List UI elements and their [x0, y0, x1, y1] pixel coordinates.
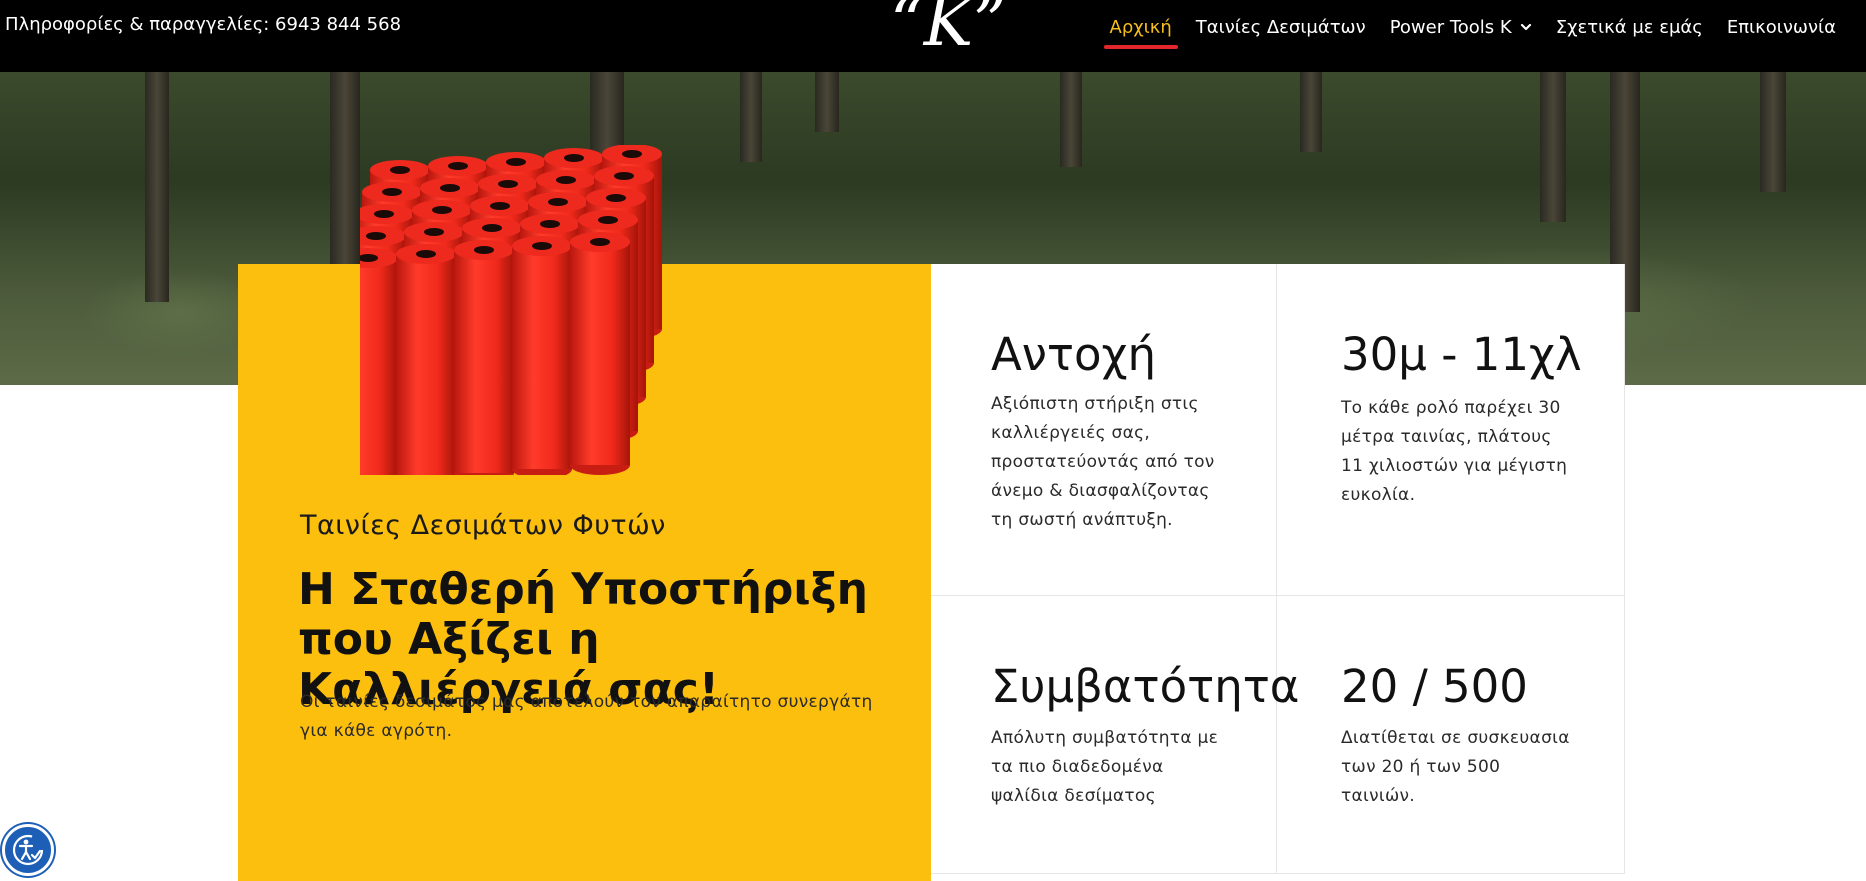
nav-item-home[interactable]: Αρχική — [1098, 14, 1184, 49]
feature-text: Διατίθεται σε συσκευασια των 20 ή των 50… — [1341, 728, 1570, 806]
accessibility-button[interactable] — [2, 824, 54, 876]
tape-roll — [396, 244, 456, 475]
tree-trunk — [145, 72, 169, 302]
main-nav: Αρχική Ταινίες Δεσιμάτων Power Tools K Σ… — [1098, 14, 1849, 49]
accessibility-icon — [12, 834, 44, 866]
tape-roll — [512, 236, 572, 475]
feature-text: Απόλυτη συμβατότητα με τα πιο διαδεδομέν… — [991, 728, 1219, 806]
tape-rolls-image — [360, 145, 662, 475]
nav-item-contact[interactable]: Επικοινωνία — [1715, 14, 1848, 40]
feature-title: 20 / 500 — [1341, 660, 1528, 713]
nav-item-label: Σχετικά με εμάς — [1555, 16, 1703, 38]
feature-title: Αντοχή — [991, 328, 1157, 381]
contact-info: Πληροφορίες & παραγγελίες: 6943 844 568 — [5, 14, 402, 35]
tree-trunk — [1300, 72, 1322, 152]
feature-card: 20 / 500 Διατίθεται σε συσκευασια των 20… — [1277, 596, 1625, 874]
tape-roll — [454, 240, 514, 475]
feature-grid: Αντοχή Αξιόπιστη στήριξη στις καλλιέργει… — [931, 264, 1625, 874]
top-bar: Πληροφορίες & παραγγελίες: 6943 844 568 … — [0, 0, 1866, 72]
page: Πληροφορίες & παραγγελίες: 6943 844 568 … — [0, 0, 1866, 881]
chevron-down-icon[interactable] — [1520, 21, 1532, 33]
tree-trunk — [1540, 72, 1566, 222]
tree-trunk — [815, 72, 839, 132]
feature-title: 30μ - 11χλ — [1341, 328, 1582, 381]
tape-roll — [570, 232, 630, 475]
intro-subtitle: Ταινίες Δεσιμάτων Φυτών — [300, 510, 666, 541]
nav-item-label: Ταινίες Δεσιμάτων — [1195, 16, 1366, 38]
site-logo[interactable]: “K” — [890, 0, 1007, 56]
nav-item-power-tools[interactable]: Power Tools K — [1378, 14, 1544, 40]
nav-item-tying-tapes[interactable]: Ταινίες Δεσιμάτων — [1184, 14, 1378, 40]
tree-trunk — [1760, 72, 1786, 192]
feature-text: Αξιόπιστη στήριξη στις καλλιέργειές σας,… — [991, 394, 1215, 530]
nav-item-about[interactable]: Σχετικά με εμάς — [1544, 14, 1715, 40]
feature-card: 30μ - 11χλ Το κάθε ρολό παρέχει 30 μέτρα… — [1277, 264, 1625, 596]
nav-item-label: Power Tools K — [1389, 16, 1512, 38]
intro-text: Οι ταινίες δεσιμάτος μας αποτελούν τον α… — [300, 692, 873, 741]
nav-item-label: Επικοινωνία — [1726, 16, 1836, 38]
tape-roll — [360, 248, 398, 475]
feature-card: Συμβατότητα Απόλυτη συμβατότητα με τα πι… — [931, 596, 1299, 874]
nav-item-label: Αρχική — [1109, 16, 1172, 38]
feature-card: Αντοχή Αξιόπιστη στήριξη στις καλλιέργει… — [931, 264, 1277, 596]
feature-text: Το κάθε ρολό παρέχει 30 μέτρα ταινίας, π… — [1341, 398, 1568, 505]
tree-trunk — [1060, 72, 1082, 167]
feature-title: Συμβατότητα — [991, 660, 1300, 713]
